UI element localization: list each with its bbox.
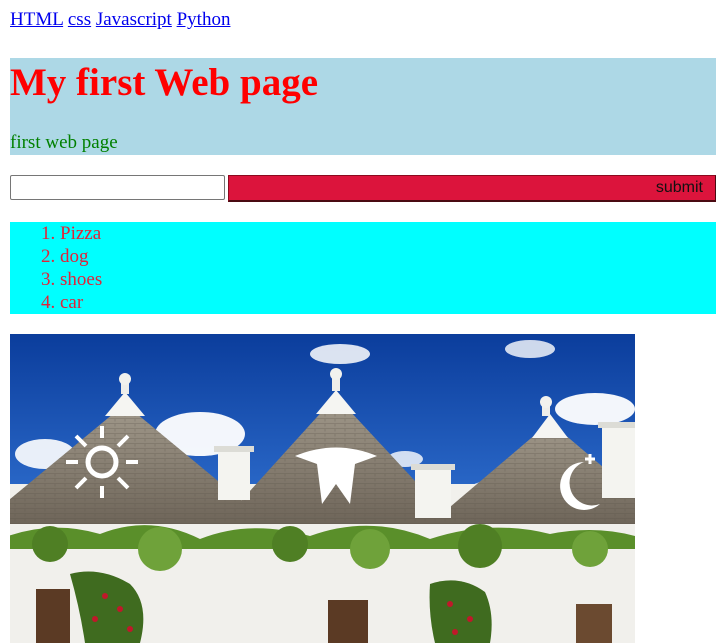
page-header: My first Web page first web page	[10, 58, 716, 155]
top-nav: HTML css Javascript Python	[10, 9, 230, 31]
nav-link-javascript[interactable]: Javascript	[96, 9, 172, 30]
input-form: submit	[10, 175, 716, 202]
page-title: My first Web page	[10, 61, 319, 104]
page-subtitle: first web page	[10, 132, 118, 153]
nav-link-html[interactable]: HTML	[10, 9, 63, 30]
submit-button[interactable]: submit	[228, 175, 716, 202]
nav-link-python[interactable]: Python	[177, 9, 231, 30]
list-item: dog	[60, 245, 716, 268]
trulli-houses-image	[10, 334, 635, 643]
ordered-list-box: Pizza dog shoes car	[10, 222, 716, 314]
text-input[interactable]	[10, 175, 225, 200]
list-item: car	[60, 291, 716, 314]
ordered-list: Pizza dog shoes car	[10, 222, 716, 314]
nav-link-css[interactable]: css	[68, 9, 91, 30]
list-item: shoes	[60, 268, 716, 291]
list-item: Pizza	[60, 222, 716, 245]
